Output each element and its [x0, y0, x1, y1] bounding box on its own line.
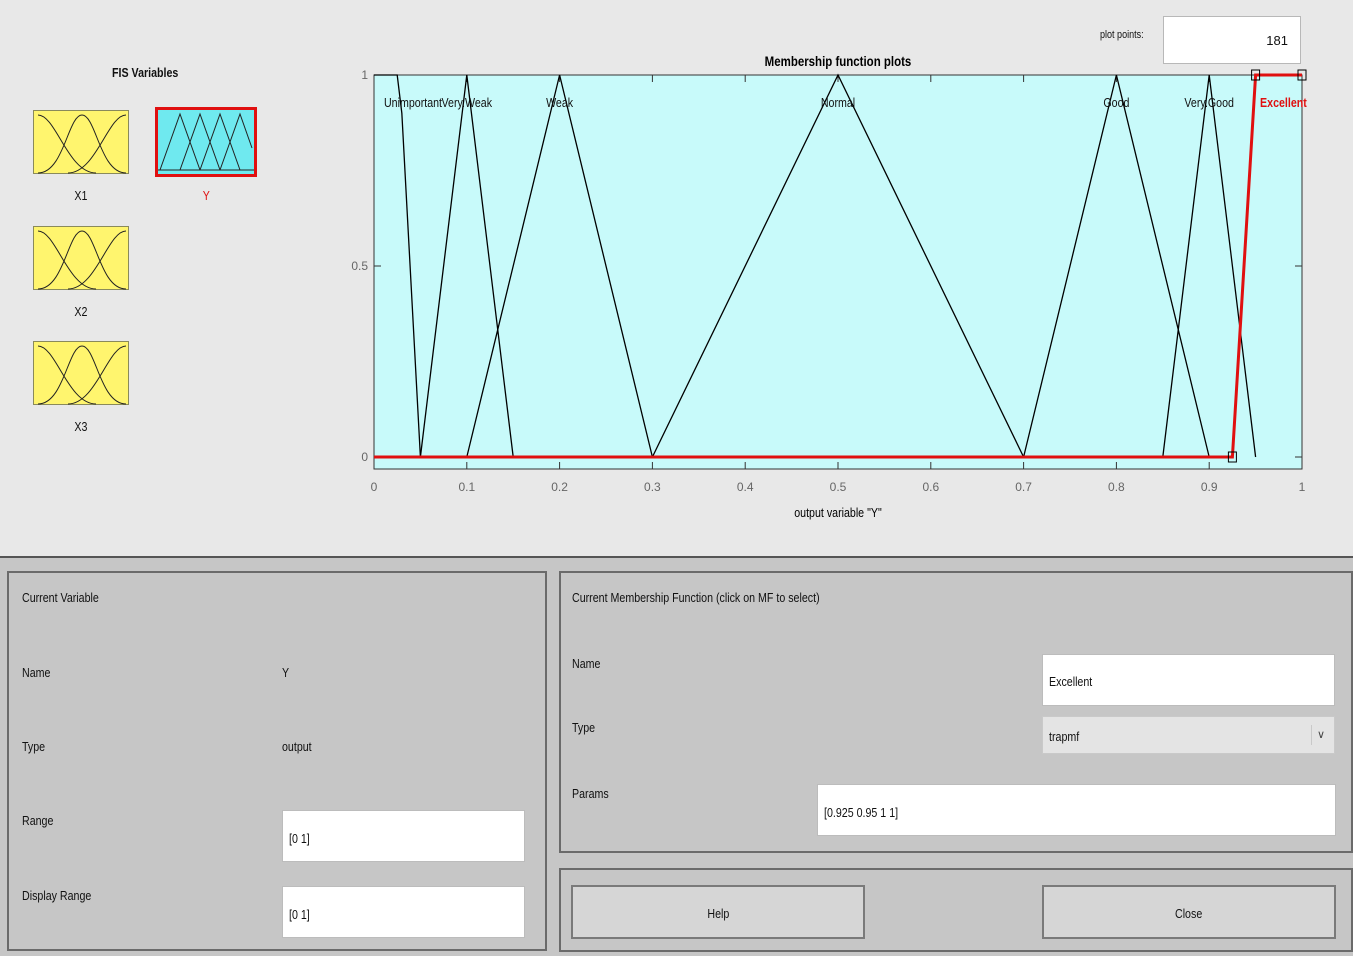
- display-range-field[interactable]: [0 1]: [282, 886, 525, 938]
- mf-label-excellent: Excellent: [1260, 95, 1307, 110]
- mf-label-good: Good: [1103, 95, 1129, 110]
- chart-title: Membership function plots: [765, 53, 912, 69]
- triangle-membership-icon: [158, 112, 254, 171]
- variable-name-value: Y: [282, 665, 290, 680]
- plot-area: [373, 74, 1303, 470]
- x-tick-label: 0.9: [1201, 480, 1218, 494]
- mf-label-weak: Weak: [546, 95, 573, 110]
- membership-curves-icon: [37, 230, 127, 290]
- variable-type-label: Type: [22, 739, 46, 754]
- x-tick-label: 0.5: [830, 480, 847, 494]
- membership-function-chart[interactable]: Membership function plots 0 0.1 0.2 0.3 0.4 0.…: [330, 40, 1330, 540]
- output-variable-y-label: Y: [202, 188, 210, 203]
- fis-variables-title: FIS Variables: [112, 65, 179, 80]
- plot-points-label: plot points:: [1100, 29, 1144, 41]
- membership-curves-icon: [37, 345, 127, 405]
- current-mf-header: Current Membership Function (click on MF…: [572, 590, 820, 605]
- range-field[interactable]: [0 1]: [282, 810, 525, 862]
- x-tick-label: 1: [1299, 480, 1306, 494]
- variable-type-value: output: [282, 739, 312, 754]
- mf-label-very-good: Very.Good: [1184, 95, 1234, 110]
- x-tick-label: 0.4: [737, 480, 754, 494]
- input-variable-x3[interactable]: [33, 341, 129, 405]
- y-tick-label: 0.5: [351, 259, 368, 273]
- mf-params-label: Params: [572, 786, 609, 801]
- membership-curves-icon: [37, 114, 127, 174]
- x-tick-label: 0.1: [458, 480, 475, 494]
- x-tick-label: 0.7: [1015, 480, 1032, 494]
- x-tick-label: 0.3: [644, 480, 661, 494]
- input-variable-x1-label: X1: [74, 188, 88, 203]
- close-button[interactable]: Close: [1042, 885, 1336, 939]
- mf-type-label: Type: [572, 720, 596, 735]
- variable-name-label: Name: [22, 665, 51, 680]
- mf-label-unimportant: Unimportant: [384, 95, 443, 110]
- input-variable-x2[interactable]: [33, 226, 129, 290]
- input-variable-x1[interactable]: [33, 110, 129, 174]
- y-tick-label: 1: [361, 68, 368, 82]
- current-variable-header: Current Variable: [22, 590, 99, 605]
- mf-params-field[interactable]: [0.925 0.95 1 1]: [817, 784, 1336, 836]
- help-button[interactable]: Help: [571, 885, 865, 939]
- mf-name-label: Name: [572, 656, 601, 671]
- x-tick-label: 0: [371, 480, 378, 494]
- x-tick-label: 0.6: [922, 480, 939, 494]
- mf-label-normal: Normal: [821, 95, 855, 110]
- output-variable-y[interactable]: [155, 107, 257, 177]
- input-variable-x2-label: X2: [74, 304, 88, 319]
- input-variable-x3-label: X3: [74, 419, 88, 434]
- y-tick-label: 0: [361, 450, 368, 464]
- mf-label-very-weak: Very.Weak: [442, 95, 493, 110]
- range-label: Range: [22, 813, 54, 828]
- x-axis-label: output variable "Y": [794, 505, 881, 520]
- chevron-down-icon[interactable]: ∨: [1311, 725, 1330, 745]
- x-tick-label: 0.2: [551, 480, 568, 494]
- display-range-label: Display Range: [22, 888, 92, 903]
- mf-name-field[interactable]: Excellent: [1042, 654, 1335, 706]
- mf-type-select[interactable]: trapmf ∨: [1042, 716, 1335, 754]
- x-tick-label: 0.8: [1108, 480, 1125, 494]
